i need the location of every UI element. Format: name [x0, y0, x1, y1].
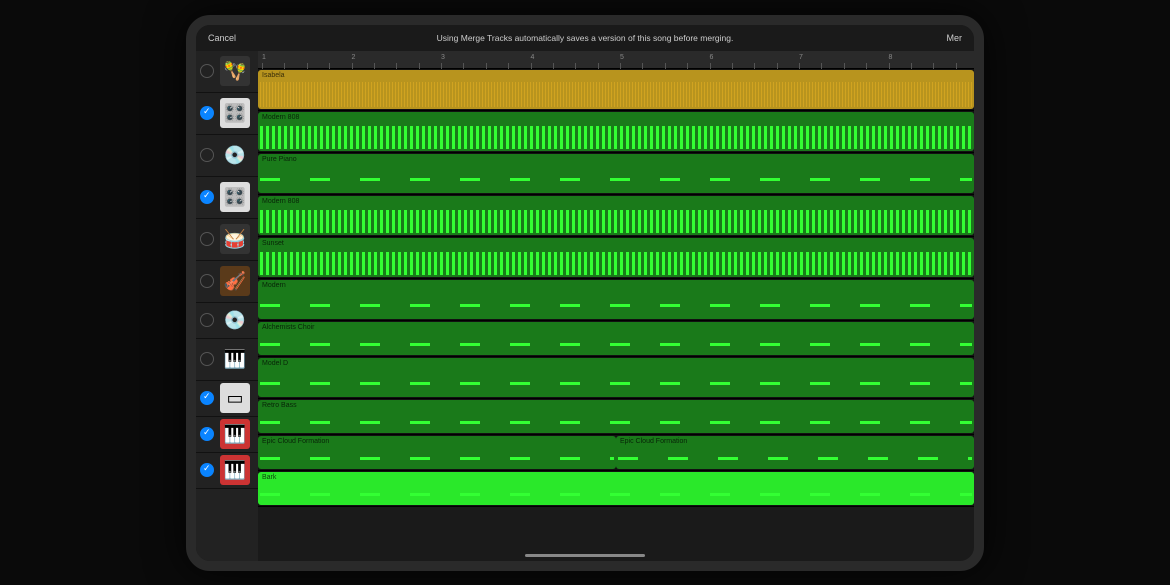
region-label: Modern — [258, 280, 974, 291]
main-timeline: 1 2 3 4 5 6 7 8 Isabela Modern 808 Pure Piano Mode… — [258, 51, 974, 561]
synth-module-icon: ▭ — [220, 383, 250, 413]
region-label: Modern 808 — [258, 196, 974, 207]
track-sidebar: 🪇 🎛️ 💿 🎛️ 🥁 🎻 💿 🎹 ▭ 🎹 🎹 — [196, 51, 258, 561]
region-clip[interactable]: Epic Cloud Formation — [258, 436, 616, 469]
track-select-checkbox[interactable] — [200, 463, 214, 477]
region-clip[interactable]: Bark — [258, 472, 974, 505]
red-keys-icon: 🎹 — [220, 419, 250, 449]
keyboard-icon: 🎹 — [220, 344, 250, 374]
region-label: Epic Cloud Formation — [258, 436, 616, 447]
ruler-mark: 7 — [799, 54, 803, 61]
region-label: Modern 808 — [258, 112, 974, 123]
region-label: Sunset — [258, 238, 974, 249]
ruler-mark: 3 — [441, 54, 445, 61]
track-header[interactable]: ▭ — [196, 381, 258, 417]
track-lane[interactable]: Isabela — [258, 69, 974, 111]
track-header[interactable]: 🎛️ — [196, 177, 258, 219]
region-clip[interactable]: Modern — [258, 280, 974, 319]
region-clip[interactable]: Isabela — [258, 70, 974, 109]
side-handle-icon — [190, 283, 193, 303]
track-lane[interactable]: Sunset — [258, 237, 974, 279]
track-lane[interactable]: Modern 808 — [258, 195, 974, 237]
track-header[interactable]: 🎻 — [196, 261, 258, 303]
merge-button[interactable]: Mer — [912, 33, 962, 43]
track-lane[interactable]: Epic Cloud FormationEpic Cloud Formation — [258, 435, 974, 471]
status-message: Using Merge Tracks automatically saves a… — [258, 33, 912, 43]
track-lane[interactable]: Model D — [258, 357, 974, 399]
track-select-checkbox[interactable] — [200, 190, 214, 204]
ruler-mark: 5 — [620, 54, 624, 61]
region-clip[interactable]: Epic Cloud Formation — [616, 436, 974, 469]
region-clip[interactable]: Alchemists Choir — [258, 322, 974, 355]
track-select-checkbox[interactable] — [200, 148, 214, 162]
track-lane[interactable]: Modern — [258, 279, 974, 321]
track-select-checkbox[interactable] — [200, 106, 214, 120]
drum-machine-icon: 🎛️ — [220, 182, 250, 212]
track-lane[interactable]: Modern 808 — [258, 111, 974, 153]
ruler-mark: 4 — [531, 54, 535, 61]
track-select-checkbox[interactable] — [200, 391, 214, 405]
red-keys-icon: 🎹 — [220, 455, 250, 485]
track-select-checkbox[interactable] — [200, 313, 214, 327]
ruler-mark: 6 — [710, 54, 714, 61]
track-select-checkbox[interactable] — [200, 64, 214, 78]
track-lane[interactable]: Alchemists Choir — [258, 321, 974, 357]
top-bar: Cancel Using Merge Tracks automatically … — [196, 25, 974, 51]
region-clip[interactable]: Sunset — [258, 238, 974, 277]
region-label: Bark — [258, 472, 974, 483]
region-clip[interactable]: Modern 808 — [258, 196, 974, 235]
region-clip[interactable]: Model D — [258, 358, 974, 397]
ipad-device: Cancel Using Merge Tracks automatically … — [186, 15, 984, 571]
track-select-checkbox[interactable] — [200, 274, 214, 288]
track-select-checkbox[interactable] — [200, 427, 214, 441]
ruler-mark: 1 — [262, 54, 266, 61]
ruler-mark: 2 — [352, 54, 356, 61]
drumkit-icon: 🥁 — [220, 224, 250, 254]
region-label: Model D — [258, 358, 974, 369]
region-label: Isabela — [258, 70, 974, 81]
ruler-mark: 8 — [889, 54, 893, 61]
track-select-checkbox[interactable] — [200, 232, 214, 246]
track-lane[interactable]: Pure Piano — [258, 153, 974, 195]
synth-round-icon: 💿 — [220, 305, 250, 335]
track-header[interactable]: 🎹 — [196, 453, 258, 489]
track-select-checkbox[interactable] — [200, 352, 214, 366]
timeline-ruler[interactable]: 1 2 3 4 5 6 7 8 — [258, 51, 974, 69]
region-label: Retro Bass — [258, 400, 974, 411]
drum-machine-icon: 🎛️ — [220, 98, 250, 128]
cancel-button[interactable]: Cancel — [208, 33, 258, 43]
region-label: Alchemists Choir — [258, 322, 974, 333]
track-header[interactable]: 🎹 — [196, 417, 258, 453]
region-label: Epic Cloud Formation — [616, 436, 974, 447]
tracks-container: Isabela Modern 808 Pure Piano Modern 808 Sun… — [258, 69, 974, 561]
track-header[interactable]: 🥁 — [196, 219, 258, 261]
track-header[interactable]: 💿 — [196, 303, 258, 339]
track-lane[interactable]: Retro Bass — [258, 399, 974, 435]
region-label: Pure Piano — [258, 154, 974, 165]
content-area: 🪇 🎛️ 💿 🎛️ 🥁 🎻 💿 🎹 ▭ 🎹 🎹 1 2 3 4 5 6 7 8 Isabela Modern 808… — [196, 51, 974, 561]
synth-round-icon: 💿 — [220, 140, 250, 170]
home-indicator-icon — [525, 554, 645, 557]
region-clip[interactable]: Retro Bass — [258, 400, 974, 433]
shaker-icon: 🪇 — [220, 56, 250, 86]
track-lane[interactable]: Bark — [258, 471, 974, 507]
track-header[interactable]: 🎹 — [196, 339, 258, 381]
region-clip[interactable]: Modern 808 — [258, 112, 974, 151]
track-header[interactable]: 🪇 — [196, 51, 258, 93]
track-header[interactable]: 💿 — [196, 135, 258, 177]
region-clip[interactable]: Pure Piano — [258, 154, 974, 193]
track-header[interactable]: 🎛️ — [196, 93, 258, 135]
strings-icon: 🎻 — [220, 266, 250, 296]
